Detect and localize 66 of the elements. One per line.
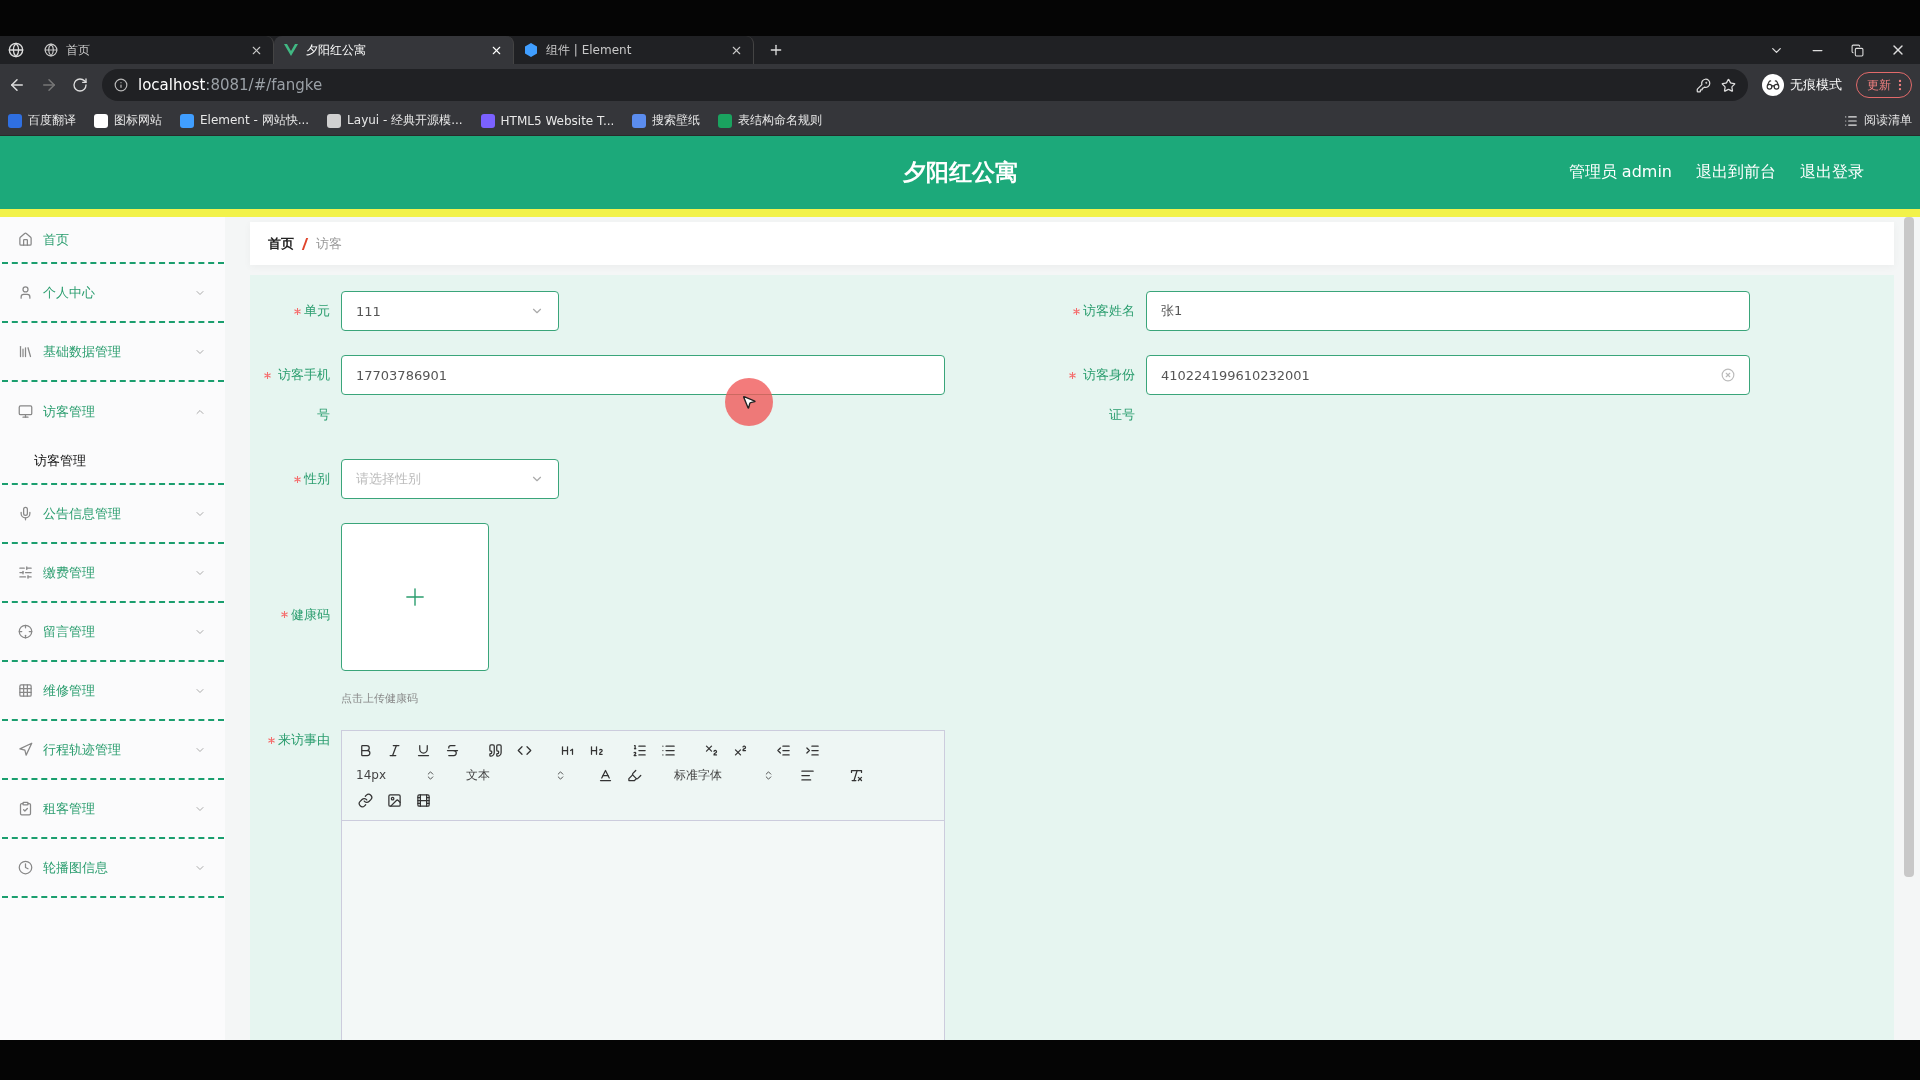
crosshair-icon <box>18 624 33 639</box>
input-field[interactable]: 17703786901 <box>341 355 945 395</box>
bookmark[interactable]: 搜索壁纸 <box>632 112 701 129</box>
field-label: 健康码 <box>291 605 330 624</box>
reading-list[interactable]: 阅读清单 <box>1844 112 1912 129</box>
sidebar-subitem[interactable]: 访客管理 <box>2 439 224 483</box>
back-icon[interactable] <box>8 76 26 94</box>
cursor-icon <box>741 394 757 410</box>
header-select[interactable]: 文本 <box>466 766 566 784</box>
size-select[interactable]: 14px <box>356 768 436 782</box>
list-icon <box>1844 113 1858 128</box>
star-icon[interactable] <box>1721 77 1736 93</box>
grid-icon <box>18 683 33 698</box>
sliders-icon <box>18 565 33 580</box>
globe-icon <box>44 43 58 57</box>
clipboard-check-icon <box>18 801 33 816</box>
field-label: 访客身份证号 <box>1082 366 1135 424</box>
bookmark[interactable]: 图标网站 <box>94 112 162 129</box>
site-title: 夕阳红公寓 <box>902 159 1018 185</box>
upload-box[interactable] <box>341 523 489 671</box>
browser-tab[interactable]: 夕阳红公寓 <box>274 36 514 64</box>
incognito-label: 无痕模式 <box>1790 76 1842 94</box>
navigation-arrow-icon <box>18 742 33 757</box>
home-icon <box>18 232 33 247</box>
address-field[interactable]: localhost:8081/#/fangke <box>102 69 1748 101</box>
user-icon <box>18 285 33 300</box>
bookmark[interactable]: Layui - 经典开源模... <box>327 112 463 129</box>
books-icon <box>18 344 33 359</box>
incognito-badge[interactable]: 无痕模式 <box>1762 74 1842 96</box>
sidebar-item[interactable]: 首页 <box>2 217 224 264</box>
monitor-icon <box>18 404 33 419</box>
tab-title: 组件 | Element <box>546 41 633 59</box>
font-select[interactable]: 标准字体 <box>674 766 774 784</box>
bookmark[interactable]: Element - 网站快... <box>180 112 310 129</box>
hexagon-icon <box>524 43 538 57</box>
input-field[interactable]: 410224199610232001 <box>1146 355 1750 395</box>
field-label: 性别 <box>304 470 330 488</box>
microphone-icon <box>18 506 33 521</box>
input-field[interactable]: 张1 <box>1146 291 1750 331</box>
sidebar-item[interactable]: 留言管理 <box>2 603 224 662</box>
tab-title: 夕阳红公寓 <box>306 41 367 59</box>
field-label: 访客姓名 <box>1083 302 1135 320</box>
globe-icon[interactable] <box>8 42 24 58</box>
clock-icon <box>18 860 33 875</box>
incognito-icon <box>1762 74 1784 96</box>
bookmark[interactable]: HTML5 Website T... <box>480 113 615 128</box>
sort-arrows-icon <box>555 769 566 781</box>
forward-icon[interactable] <box>40 76 58 94</box>
bookmark[interactable]: 百度翻译 <box>8 112 76 129</box>
field-label: 单元 <box>304 302 330 320</box>
bookmark[interactable]: 表结构命名规则 <box>718 112 823 129</box>
sort-arrows-icon <box>763 769 774 781</box>
select-field[interactable]: 111 <box>341 291 559 331</box>
upload-hint: 点击上传健康码 <box>341 691 419 706</box>
restore-icon[interactable] <box>1851 43 1864 57</box>
info-icon[interactable] <box>114 78 128 92</box>
link-icon[interactable] <box>356 790 375 810</box>
tab-title: 首页 <box>66 41 91 59</box>
breadcrumb-link[interactable]: 首页 <box>268 234 294 253</box>
new-tab-icon[interactable] <box>768 42 784 58</box>
field-label: 访客手机号 <box>277 366 330 424</box>
field-label: 来访事由 <box>278 731 330 749</box>
v-logo-icon <box>284 44 298 56</box>
reload-icon[interactable] <box>72 77 88 93</box>
sort-arrows-icon <box>425 769 436 781</box>
key-icon[interactable] <box>1696 77 1711 93</box>
